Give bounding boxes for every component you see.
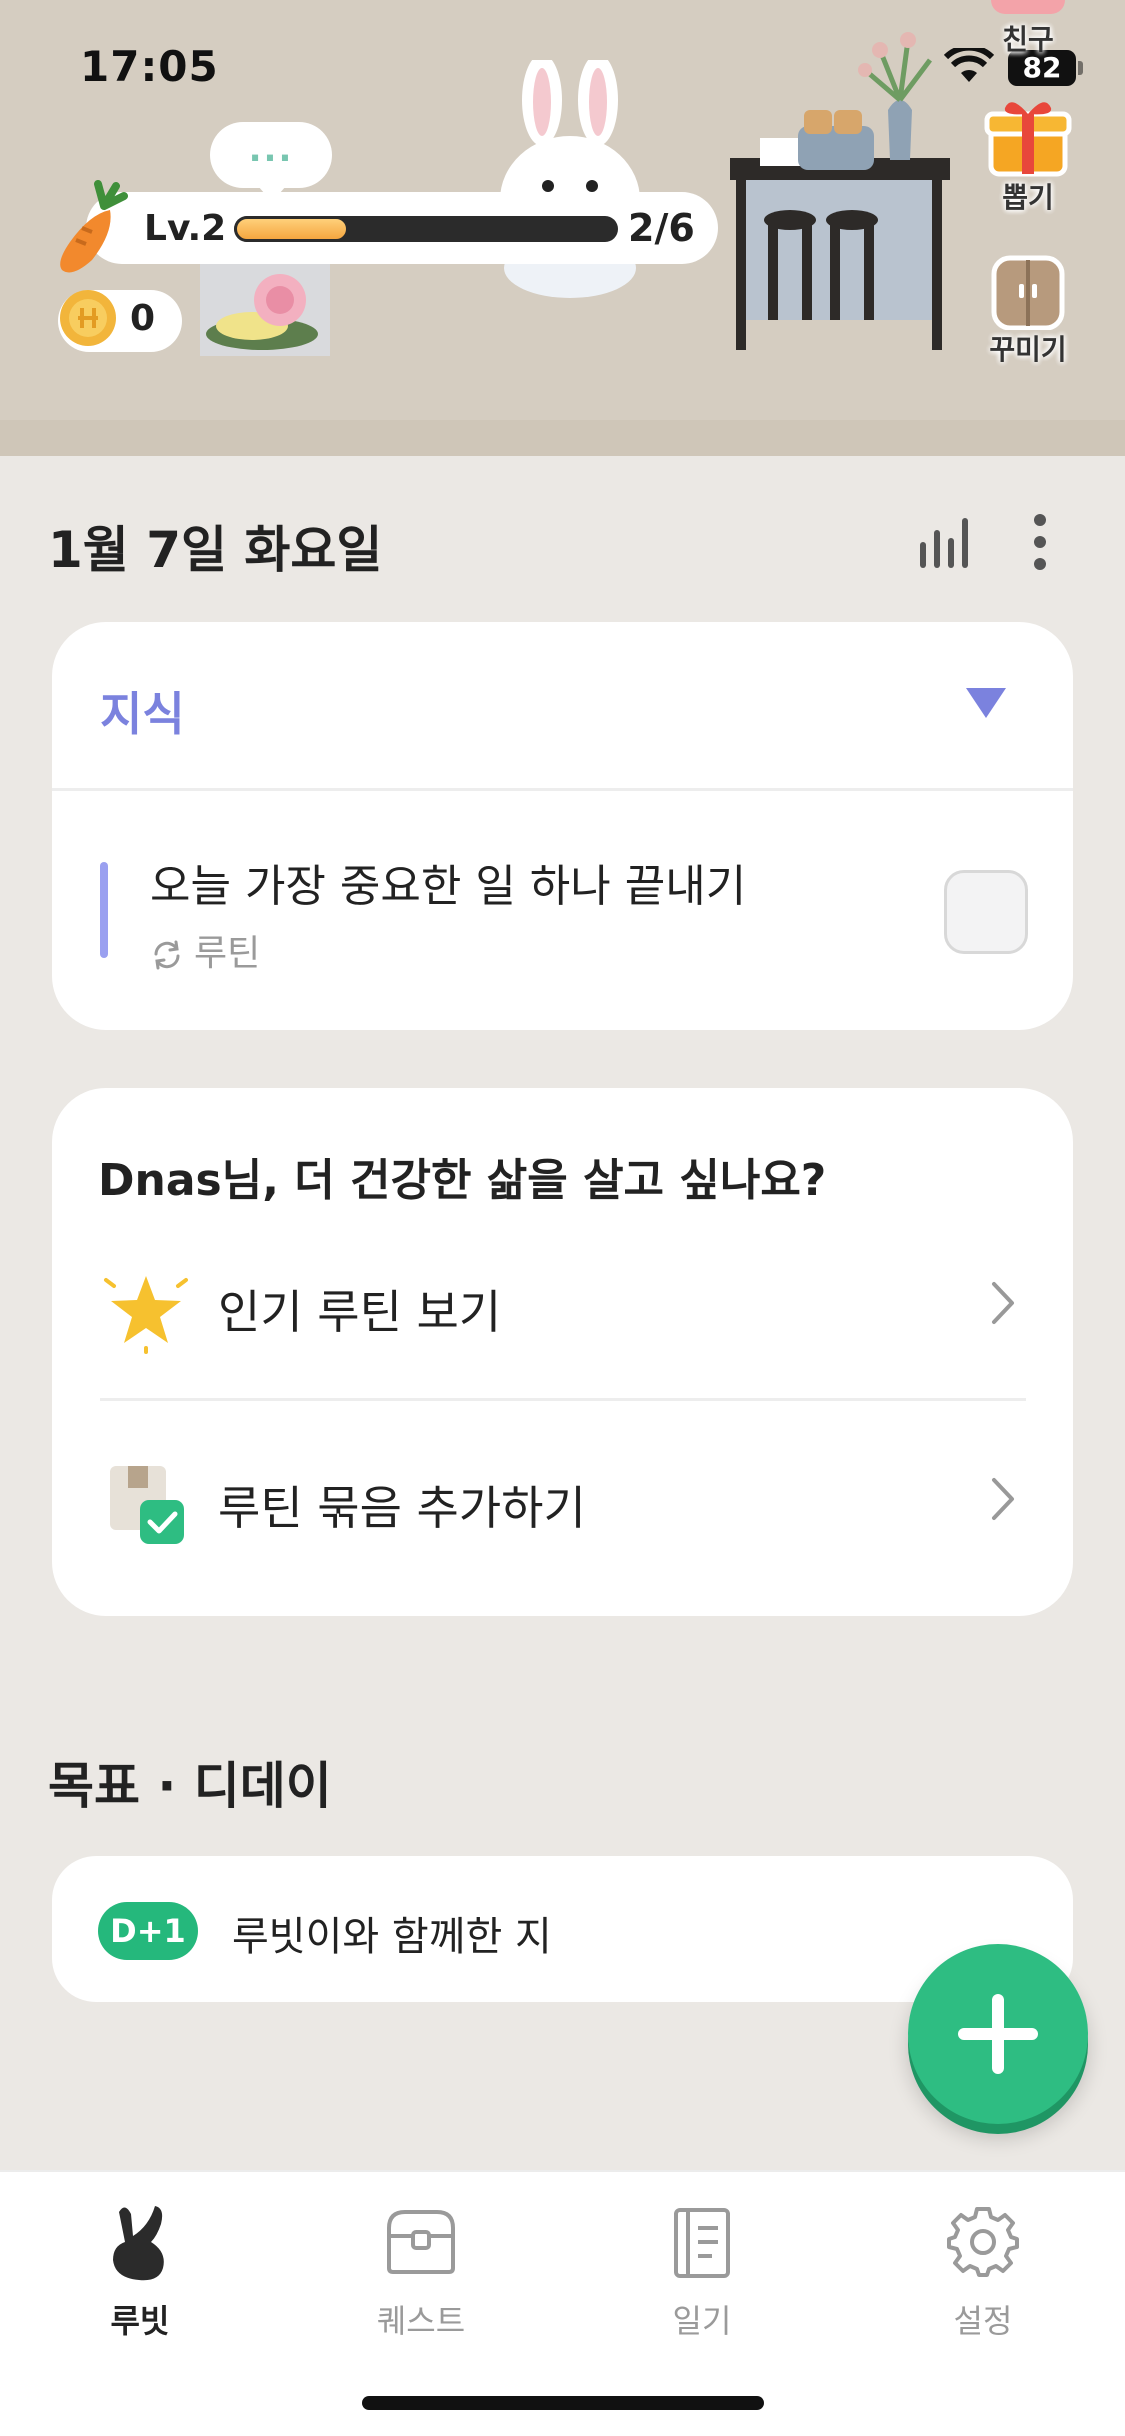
popular-routines-row[interactable]: 인기 루틴 보기 xyxy=(52,1236,1073,1376)
routine-bundle-label: 루틴 묶음 추가하기 xyxy=(218,1481,586,1535)
room-scene: 17:05 82 ... Lv.2 2/6 0 친구 뽑기 꾸미기 xyxy=(0,0,1125,456)
snail-pet[interactable] xyxy=(196,250,336,360)
speech-bubble[interactable]: ... xyxy=(210,122,332,202)
date-header: 1월 7일 화요일 xyxy=(48,500,1078,580)
collapse-triangle-icon[interactable] xyxy=(966,688,1006,718)
recommend-card: Dnas님, 더 건강한 삶을 살고 싶나요? 인기 루틴 보기 루틴 묶음 추… xyxy=(52,1088,1073,1616)
decorate-button[interactable]: 꾸미기 xyxy=(982,254,1074,368)
gacha-button[interactable]: 뽑기 xyxy=(982,92,1074,216)
dday-badge: D+1 xyxy=(98,1902,198,1960)
rabbit-icon xyxy=(113,2206,164,2281)
xp-progress-track xyxy=(234,216,618,242)
category-title[interactable]: 지식 xyxy=(100,678,185,744)
wardrobe-icon xyxy=(991,255,1065,331)
tab-diary-label: 일기 xyxy=(672,2302,732,2340)
friends-icon xyxy=(991,0,1065,14)
tab-settings[interactable]: 설정 xyxy=(883,2202,1083,2342)
repeat-icon xyxy=(154,940,180,970)
xp-progress-text: 2/6 xyxy=(628,206,695,250)
tab-settings-label: 설정 xyxy=(953,2302,1013,2340)
xp-progress-fill xyxy=(234,216,350,242)
routine-bundle-icon xyxy=(110,1466,184,1544)
todo-tag-label: 루틴 xyxy=(194,933,261,974)
divider xyxy=(52,788,1073,791)
gift-icon xyxy=(984,102,1072,177)
rabbit-character[interactable] xyxy=(490,60,650,300)
decorate-label: 꾸미기 xyxy=(989,333,1067,366)
status-time: 17:05 xyxy=(80,42,219,91)
gacha-label: 뽑기 xyxy=(1002,181,1054,214)
battery-tip xyxy=(1078,61,1083,75)
goals-title: 목표 · 디데이 xyxy=(48,1757,332,1815)
more-options-icon[interactable] xyxy=(1028,510,1052,574)
date-title: 1월 7일 화요일 xyxy=(48,521,383,579)
add-button[interactable] xyxy=(908,1944,1088,2124)
home-indicator xyxy=(362,2396,764,2410)
level-label: Lv.2 xyxy=(144,208,227,249)
diary-icon xyxy=(674,2208,730,2278)
tab-rubit[interactable]: 루빗 xyxy=(40,2202,240,2342)
dday-text: 루빗이와 함께한 지 xyxy=(232,1914,552,1960)
tab-quest[interactable]: 퀘스트 xyxy=(321,2202,521,2342)
tab-quest-label: 퀘스트 xyxy=(376,2302,466,2340)
table-decoration xyxy=(730,32,950,350)
coin-count: 0 xyxy=(130,298,156,339)
chest-icon xyxy=(387,2210,455,2274)
todo-tag: 루틴 xyxy=(150,924,260,976)
gear-icon xyxy=(947,2207,1019,2277)
routine-bundle-row[interactable]: 루틴 묶음 추가하기 xyxy=(52,1432,1073,1572)
friends-label: 친구 xyxy=(1002,23,1054,56)
floor xyxy=(0,420,1125,456)
star-icon xyxy=(104,1276,188,1354)
tab-diary[interactable]: 일기 xyxy=(602,2202,802,2342)
friends-button[interactable]: 친구 xyxy=(982,0,1074,58)
todo-checkbox[interactable] xyxy=(944,870,1028,954)
stats-icon[interactable] xyxy=(916,512,976,572)
coin-icon xyxy=(60,290,116,346)
popular-routines-label: 인기 루틴 보기 xyxy=(218,1285,502,1339)
plus-icon xyxy=(958,1994,1038,2074)
todo-color-bar xyxy=(100,862,108,958)
carrot-icon xyxy=(60,180,128,273)
recommend-title: Dnas님, 더 건강한 삶을 살고 싶나요? xyxy=(98,1155,827,1206)
category-card: 지식 오늘 가장 중요한 일 하나 끝내기 루틴 xyxy=(52,622,1073,1030)
tab-rubit-label: 루빗 xyxy=(110,2302,170,2340)
divider xyxy=(100,1398,1026,1401)
chevron-right-icon xyxy=(992,1478,1014,1520)
dday-item[interactable]: D+1 루빗이와 함께한 지 xyxy=(52,1856,1073,2002)
chevron-right-icon xyxy=(992,1282,1014,1324)
todo-title[interactable]: 오늘 가장 중요한 일 하나 끝내기 xyxy=(150,850,746,914)
